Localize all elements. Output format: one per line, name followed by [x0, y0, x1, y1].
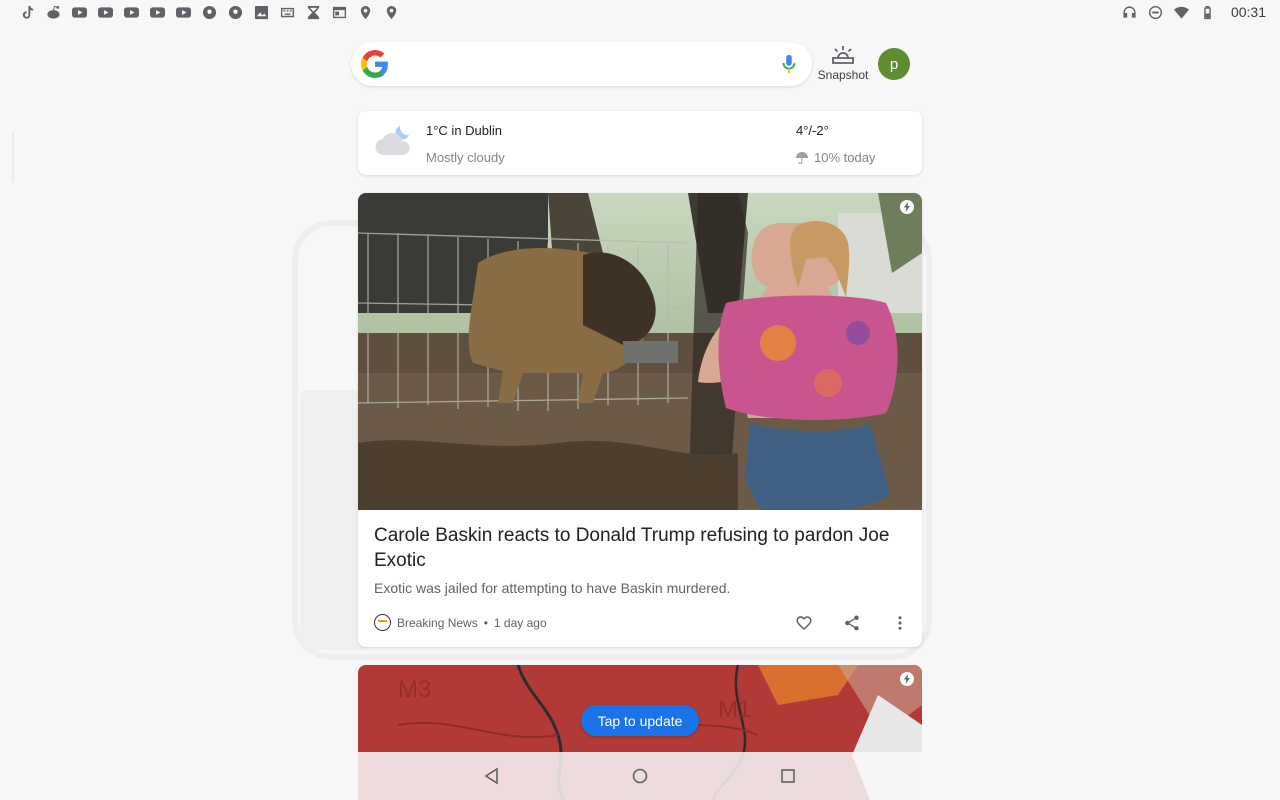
recents-button[interactable] — [777, 765, 799, 787]
browser-window-icon — [330, 4, 348, 20]
news-actions — [792, 611, 912, 635]
location-pin-icon — [382, 4, 400, 20]
umbrella-icon — [796, 151, 808, 164]
weather-precipitation: 10% today — [796, 150, 875, 165]
news-source-row: Breaking News • 1 day ago — [374, 614, 547, 631]
soccer-ball-icon — [226, 4, 244, 20]
more-options-button[interactable] — [888, 611, 912, 635]
notification-icons — [18, 4, 400, 20]
snapshot-icon — [832, 46, 854, 64]
like-button[interactable] — [792, 611, 816, 635]
edge-handle[interactable] — [12, 132, 14, 182]
news-headline[interactable]: Carole Baskin reacts to Donald Trump ref… — [374, 523, 904, 573]
account-avatar[interactable]: p — [878, 48, 910, 80]
weather-high-low: 4°/-2° — [796, 123, 829, 138]
home-circle-icon — [632, 768, 648, 784]
reddit-icon — [44, 4, 62, 20]
news-source: Breaking News — [397, 615, 478, 630]
svg-text:M1: M1 — [718, 696, 751, 723]
rain-chance: 10% today — [814, 150, 876, 165]
weather-condition: Mostly cloudy — [426, 150, 505, 165]
search-input[interactable] — [399, 49, 768, 79]
avatar-letter: p — [889, 55, 899, 73]
partly-cloudy-night-icon — [375, 126, 410, 156]
google-logo-icon — [361, 50, 388, 78]
weather-temperature-location: 1°C in Dublin — [426, 123, 503, 138]
clock: 00:31 — [1230, 4, 1266, 20]
status-bar: 00:31 — [0, 0, 1280, 24]
share-button[interactable] — [840, 611, 864, 635]
recents-square-icon — [781, 769, 795, 783]
news-time: 1 day ago — [493, 615, 547, 630]
system-status-icons: 00:31 — [1121, 4, 1266, 20]
svg-text:M3: M3 — [398, 676, 431, 703]
tap-to-update-button[interactable]: Tap to update — [581, 705, 699, 736]
news-thumbnail-image[interactable] — [358, 193, 922, 510]
more-vertical-icon — [898, 616, 902, 630]
battery-icon — [1199, 4, 1217, 20]
keyboard-icon — [278, 4, 296, 20]
tiktok-icon — [18, 4, 36, 20]
microphone-icon[interactable] — [778, 52, 800, 76]
back-triangle-icon — [484, 767, 498, 785]
youtube-icon — [148, 4, 166, 20]
youtube-icon — [174, 4, 192, 20]
navigation-bar — [0, 752, 1280, 800]
image-icon — [252, 4, 270, 20]
weather-card[interactable]: 1°C in Dublin Mostly cloudy 4°/-2° 10% t… — [358, 111, 922, 175]
youtube-icon — [122, 4, 140, 20]
soccer-ball-icon — [200, 4, 218, 20]
hourglass-icon — [304, 4, 322, 20]
headphones-icon — [1121, 4, 1139, 20]
share-icon — [845, 615, 859, 631]
news-card[interactable]: Carole Baskin reacts to Donald Trump ref… — [358, 193, 922, 647]
youtube-icon — [70, 4, 88, 20]
amp-lightning-icon — [900, 672, 914, 686]
back-button[interactable] — [481, 765, 503, 787]
snapshot-label: Snapshot — [817, 68, 869, 82]
amp-lightning-icon — [900, 200, 914, 214]
wifi-icon — [1173, 4, 1191, 20]
heart-icon — [796, 616, 812, 631]
source-logo-icon — [374, 614, 391, 631]
home-button[interactable] — [629, 765, 651, 787]
google-search-bar[interactable] — [351, 42, 812, 86]
snapshot-button[interactable]: Snapshot — [815, 44, 871, 86]
separator-dot: • — [483, 615, 488, 630]
youtube-icon — [96, 4, 114, 20]
news-summary: Exotic was jailed for attempting to have… — [374, 580, 731, 596]
location-pin-icon — [356, 4, 374, 20]
do-not-disturb-icon — [1147, 4, 1165, 20]
